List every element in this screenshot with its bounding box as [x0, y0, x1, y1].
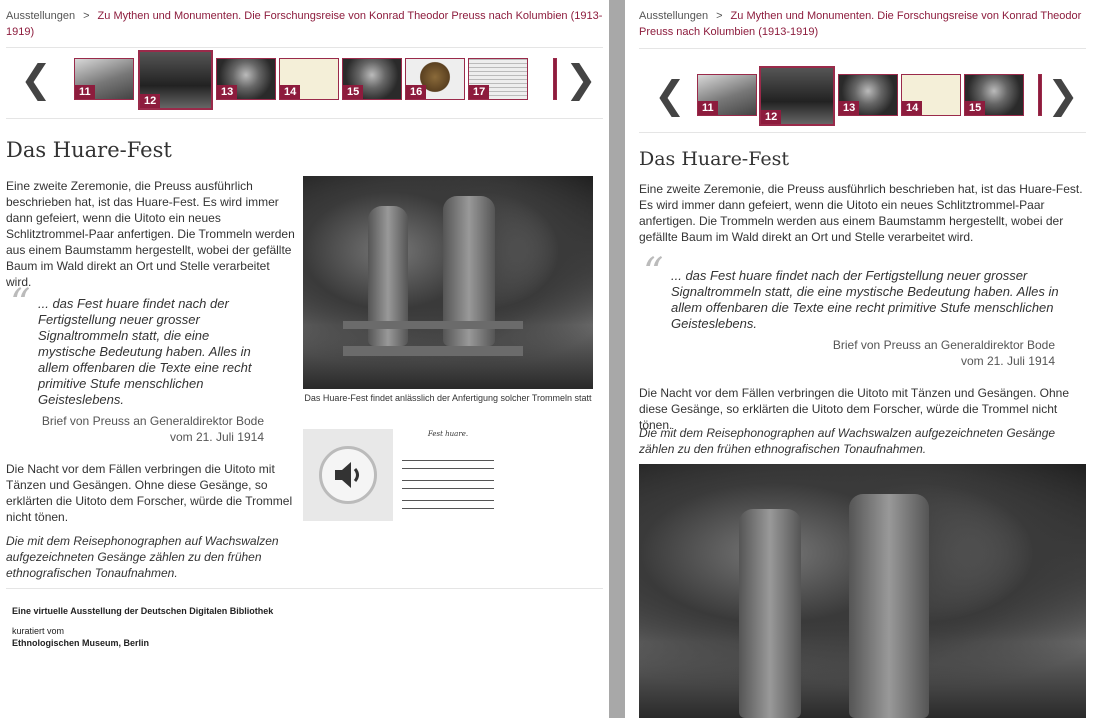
score-staff — [402, 479, 494, 493]
quote-mark-icon: “ — [643, 250, 664, 296]
footer-line1: Eine virtuelle Ausstellung der Deutschen… — [12, 606, 274, 616]
thumbnail-number: 15 — [343, 85, 364, 99]
thumbnail-number: 11 — [698, 101, 718, 115]
thumbnail-15[interactable]: 15 — [964, 74, 1024, 116]
thumbnail-12[interactable]: 12 — [138, 50, 213, 110]
right-pane: Ausstellungen > Zu Mythen und Monumenten. … — [625, 0, 1094, 718]
thumbnail-17[interactable]: 17 — [468, 58, 528, 100]
thumbnail-number: 17 — [469, 85, 490, 99]
breadcrumb-separator: > — [716, 10, 723, 22]
breadcrumb-current[interactable]: Zu Mythen und Monumenten. Die Forschungs… — [6, 10, 602, 38]
thumbnail-number: 14 — [280, 85, 301, 99]
footer-line3[interactable]: Ethnologischen Museum, Berlin — [12, 637, 412, 649]
thumbnail-number: 14 — [902, 101, 923, 115]
divider — [6, 118, 603, 119]
thumbnail-number: 13 — [217, 85, 238, 99]
score-title: Fest huare. — [427, 430, 469, 438]
thumbnail-number: 11 — [75, 85, 95, 99]
breadcrumb-root-link[interactable]: Ausstellungen — [6, 10, 75, 22]
thumbnail-carousel: ❮ 11 12 13 14 15 16 17 ❯ — [0, 50, 609, 112]
breadcrumb-separator: > — [83, 10, 90, 22]
thumbnail-carousel: ❮ 11 12 13 14 15 ❯ — [625, 64, 1094, 126]
window-divider — [609, 0, 625, 718]
quote-text: ... das Fest huare findet nach der Ferti… — [671, 268, 1059, 331]
breadcrumb: Ausstellungen > Zu Mythen und Monumenten. … — [639, 8, 1086, 49]
quote-source-line2: vom 21. Juli 1914 — [169, 430, 264, 444]
chevron-left-icon[interactable]: ❮ — [654, 76, 686, 114]
thumbnail-number: 12 — [761, 110, 782, 124]
thumbnail-number: 15 — [965, 101, 986, 115]
bench-shape — [343, 321, 523, 329]
footer-line2: kuratiert vom — [12, 626, 65, 636]
thumbnail-15[interactable]: 15 — [342, 58, 402, 100]
photo-caption: Das Huare-Fest findet anlässlich der Anf… — [304, 393, 592, 403]
thumbnail-partial[interactable] — [553, 58, 557, 100]
quote-source: Brief von Preuss an Generaldirektor Bode… — [30, 413, 264, 445]
thumbnail-16[interactable]: 16 — [405, 58, 465, 100]
huare-drums-photo[interactable] — [303, 176, 593, 389]
score-staff — [402, 459, 494, 473]
music-score-image[interactable]: Fest huare. — [400, 429, 496, 521]
thumbnail-13[interactable]: 13 — [838, 74, 898, 116]
breadcrumb: Ausstellungen > Zu Mythen und Monumenten. … — [6, 8, 603, 48]
quote-source: Brief von Preuss an Generaldirektor Bode… — [805, 337, 1055, 369]
thumbnail-12[interactable]: 12 — [759, 66, 835, 126]
thumbnail-11[interactable]: 11 — [697, 74, 757, 116]
thumbnail-partial[interactable] — [1038, 74, 1042, 116]
paragraph-night: Die Nacht vor dem Fällen verbringen die … — [6, 462, 293, 524]
quote-source-line1: Brief von Preuss an Generaldirektor Bode — [41, 414, 264, 428]
intro-paragraph: Eine zweite Zeremonie, die Preuss ausfüh… — [6, 179, 295, 289]
huare-drums-photo[interactable] — [639, 464, 1086, 718]
speaker-icon[interactable] — [319, 446, 377, 504]
page-title: Das Huare-Fest — [639, 148, 790, 170]
divider — [639, 132, 1086, 133]
left-pane: Ausstellungen > Zu Mythen und Monumenten. … — [0, 0, 609, 718]
page-title: Das Huare-Fest — [6, 138, 172, 162]
score-staff — [402, 499, 494, 513]
audio-player[interactable] — [303, 429, 393, 521]
breadcrumb-root-link[interactable]: Ausstellungen — [639, 10, 708, 22]
thumbnail-14[interactable]: 14 — [901, 74, 961, 116]
thumbnail-number: 16 — [406, 85, 427, 99]
footer-divider — [6, 588, 603, 589]
quote-mark-icon: “ — [10, 281, 31, 327]
chevron-left-icon[interactable]: ❮ — [20, 60, 52, 98]
intro-paragraph: Eine zweite Zeremonie, die Preuss ausfüh… — [639, 182, 1083, 244]
thumbnail-13[interactable]: 13 — [216, 58, 276, 100]
chevron-right-icon[interactable]: ❯ — [565, 60, 597, 98]
chevron-right-icon[interactable]: ❯ — [1047, 76, 1079, 114]
quote-source-line1: Brief von Preuss an Generaldirektor Bode — [832, 338, 1055, 352]
thumbnail-14[interactable]: 14 — [279, 58, 339, 100]
bench-shape — [343, 346, 523, 356]
drum-shape — [739, 509, 801, 718]
paragraph-recordings: Die mit dem Reisephonographen auf Wachsw… — [639, 426, 1056, 456]
drum-shape — [849, 494, 929, 718]
paragraph-recordings: Die mit dem Reisephonographen auf Wachsw… — [6, 534, 279, 580]
thumbnail-number: 12 — [140, 94, 161, 108]
footer: Eine virtuelle Ausstellung der Deutschen… — [12, 605, 412, 649]
quote-text: ... das Fest huare findet nach der Ferti… — [38, 296, 252, 407]
quote-source-line2: vom 21. Juli 1914 — [960, 354, 1055, 368]
thumbnail-11[interactable]: 11 — [74, 58, 134, 100]
thumbnail-number: 13 — [839, 101, 860, 115]
